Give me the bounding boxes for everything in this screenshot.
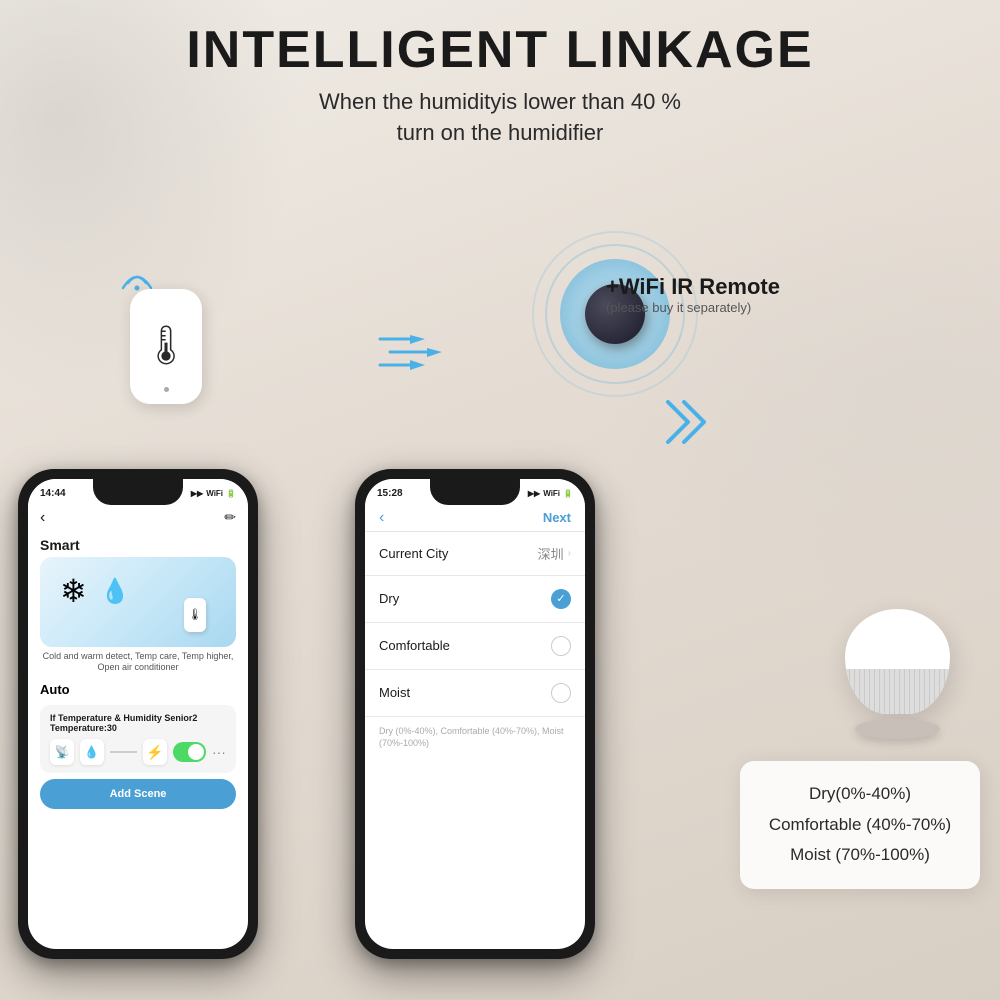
automation-card-title: If Temperature & Humidity Senior2 Temper… — [50, 713, 226, 733]
next-button-right[interactable]: Next — [543, 510, 571, 525]
radio-moist — [551, 683, 571, 703]
right-phone-nav: ‹ Next — [365, 505, 585, 531]
main-title: INTELLIGENT LINKAGE — [0, 22, 1000, 79]
ac-icon: ❄ — [60, 572, 87, 610]
wifi-ir-title: +WiFi IR Remote — [606, 274, 780, 300]
back-arrow-left[interactable]: ‹ — [40, 509, 45, 527]
city-value: 深圳 › — [538, 544, 571, 563]
battery-icon-left: 🔋 — [226, 489, 236, 498]
sensor-body: 🌡 — [130, 289, 202, 404]
wifi-ir-subtitle: (please buy it separately) — [606, 300, 780, 315]
info-item-comfortable: Comfortable (40%-70%) — [762, 810, 958, 841]
phone-nav-left: ‹ ✏ — [28, 505, 248, 531]
info-item-dry: Dry(0%-40%) — [762, 779, 958, 810]
arrow-line — [110, 751, 138, 753]
option-moist-label: Moist — [379, 685, 410, 700]
smart-speaker — [845, 609, 950, 739]
sensor-icon-btn: 📡 — [50, 739, 74, 765]
phone-notch-left — [93, 479, 183, 505]
city-name: 深圳 — [538, 544, 564, 563]
phone-notch-right — [430, 479, 520, 505]
status-icons-left: ▶▶ WiFi 🔋 — [191, 489, 236, 498]
automation-image: ❄ 💧 🌡 — [40, 557, 236, 647]
edit-icon-left[interactable]: ✏ — [224, 509, 236, 526]
auto-label: Auto — [28, 678, 248, 701]
radio-dry-checked: ✓ — [551, 589, 571, 609]
radio-comfortable — [551, 636, 571, 656]
phone-screen-right: 15:28 ▶▶ WiFi 🔋 ‹ Next Current City — [365, 479, 585, 949]
header: INTELLIGENT LINKAGE When the humidityis … — [0, 0, 1000, 149]
option-dry-row[interactable]: Dry ✓ — [365, 576, 585, 623]
option-moist-row[interactable]: Moist — [365, 670, 585, 717]
subtitle: When the humidityis lower than 40 % turn… — [0, 87, 1000, 149]
signal-icon-left: ▶▶ — [191, 489, 203, 498]
automation-card-row: 📡 💧 ⚡ ··· — [50, 739, 226, 765]
automation-card: If Temperature & Humidity Senior2 Temper… — [40, 705, 236, 773]
time-left: 14:44 — [40, 488, 66, 499]
subtitle-line2: turn on the humidifier — [397, 120, 604, 145]
phone-frame-left: 14:44 ▶▶ WiFi 🔋 ‹ ✏ Smart ❄ 💧 — [18, 469, 258, 959]
phone-screen-left: 14:44 ▶▶ WiFi 🔋 ‹ ✏ Smart ❄ 💧 — [28, 479, 248, 949]
option-comfortable-label: Comfortable — [379, 638, 450, 653]
info-box: Dry(0%-40%) Comfortable (40%-70%) Moist … — [740, 761, 980, 889]
blue-arrows-decoration — [660, 394, 715, 454]
chevron-icon: › — [568, 548, 571, 559]
outlet-icon: ⚡ — [143, 739, 167, 765]
toggle-on[interactable] — [173, 742, 206, 762]
back-button-right[interactable]: ‹ — [379, 509, 384, 527]
time-right: 15:28 — [377, 488, 403, 499]
section-smart: Smart — [28, 531, 248, 557]
phone-right: 15:28 ▶▶ WiFi 🔋 ‹ Next Current City — [355, 469, 595, 959]
option-comfortable-row[interactable]: Comfortable — [365, 623, 585, 670]
content-area: 🌡 +WiFi IR Remote (please buy it separat… — [0, 149, 1000, 969]
more-icon[interactable]: ··· — [212, 744, 226, 760]
current-city-row[interactable]: Current City 深圳 › — [365, 532, 585, 576]
wifi-icon-left: WiFi — [206, 489, 223, 498]
info-item-moist: Moist (70%-100%) — [762, 840, 958, 871]
arrow-right — [375, 327, 465, 382]
status-icons-right: ▶▶ WiFi 🔋 — [528, 489, 573, 498]
hint-text: Dry (0%-40%), Comfortable (40%-70%), Moi… — [365, 717, 585, 758]
automation-desc: Cold and warm detect, Temp care, Temp hi… — [40, 651, 236, 674]
subtitle-line1: When the humidityis lower than 40 % — [319, 89, 681, 114]
sensor-dot — [164, 387, 169, 392]
phone-frame-right: 15:28 ▶▶ WiFi 🔋 ‹ Next Current City — [355, 469, 595, 959]
sensor-small-icon: 🌡 — [184, 598, 206, 632]
city-label: Current City — [379, 546, 448, 561]
thermometer-icon: 🌡 — [142, 324, 190, 368]
signal-icon-right: ▶▶ — [528, 489, 540, 498]
add-scene-button[interactable]: Add Scene — [40, 779, 236, 809]
battery-icon-right: 🔋 — [563, 489, 573, 498]
sensor-device: 🌡 — [130, 289, 202, 404]
wifi-icon-right: WiFi — [543, 489, 560, 498]
option-dry-label: Dry — [379, 591, 399, 606]
wifi-ir-label: +WiFi IR Remote (please buy it separatel… — [606, 274, 780, 315]
phone-left: 14:44 ▶▶ WiFi 🔋 ‹ ✏ Smart ❄ 💧 — [18, 469, 258, 959]
water-icon-btn: 💧 — [80, 739, 104, 765]
